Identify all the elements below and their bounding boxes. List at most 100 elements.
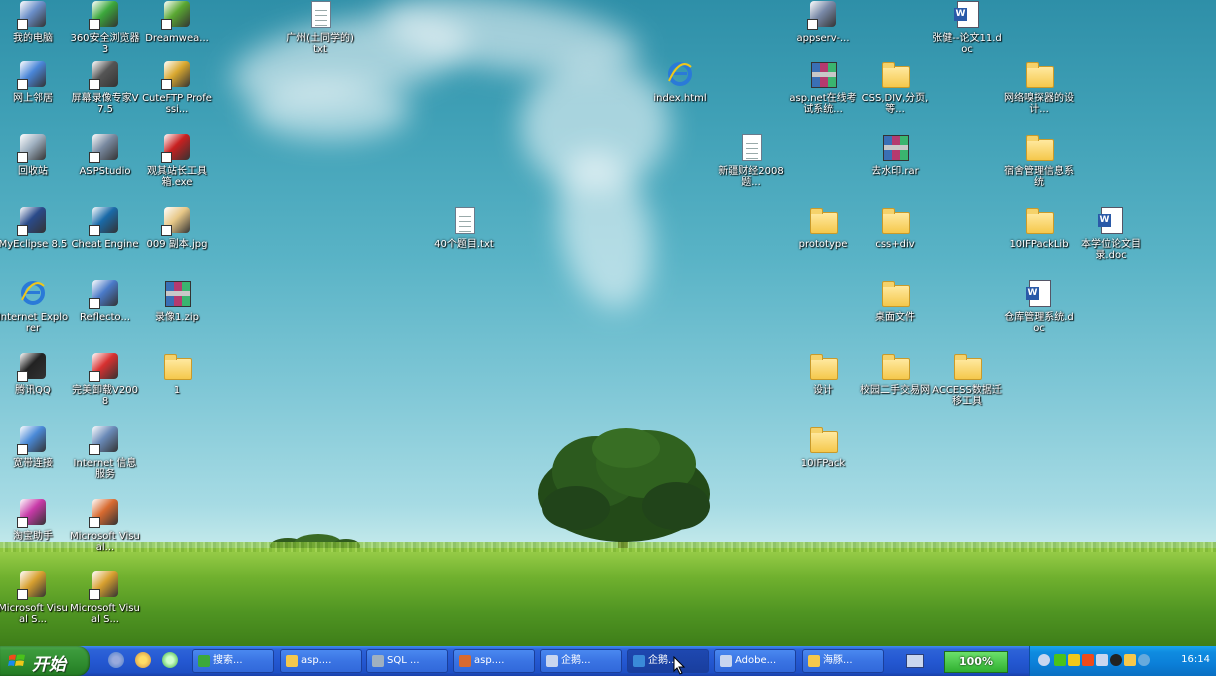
- desktop-icon[interactable]: CSS,DIV,分页,等...: [859, 58, 931, 115]
- desktop-icon[interactable]: 10IFPack: [787, 423, 859, 469]
- desktop-icon[interactable]: 新疆财经2008题...: [715, 131, 787, 188]
- desktop-icon[interactable]: 宽带连接: [0, 423, 69, 469]
- application-icon: [17, 204, 49, 236]
- desktop-icon[interactable]: 网上邻居: [0, 58, 69, 104]
- desktop-icon[interactable]: 腾讯QQ: [0, 350, 69, 396]
- desktop-icon[interactable]: 10IFPackLib: [1003, 204, 1075, 250]
- desktop-icon[interactable]: 我的电脑: [0, 0, 69, 44]
- desktop-icon[interactable]: ACCESS数据迁移工具: [931, 350, 1003, 407]
- taskbar-button[interactable]: asp....: [280, 649, 362, 673]
- desktop-icon[interactable]: 360安全浏览器 3: [69, 0, 141, 55]
- folder-icon: [951, 350, 983, 382]
- taskbar-button[interactable]: SQL ...: [366, 649, 448, 673]
- desktop-icon[interactable]: 屏幕录像专家V7.5: [69, 58, 141, 115]
- cloud-decoration: [250, 80, 410, 140]
- desktop-icon[interactable]: 观其站长工具箱.exe: [141, 131, 213, 188]
- desktop-icon[interactable]: 1: [141, 350, 213, 396]
- folder-icon: [161, 350, 193, 382]
- tray-network-icon[interactable]: [1138, 654, 1150, 666]
- desktop-icon-label: 录像1.zip: [155, 312, 199, 323]
- desktop-icon-label: 我的电脑: [13, 33, 53, 44]
- desktop-icon[interactable]: appserv-...: [787, 0, 859, 44]
- desktop-icon-label: ASPStudio: [79, 166, 131, 177]
- taskbar-button[interactable]: 企鹅...: [540, 649, 622, 673]
- application-icon: [17, 131, 49, 163]
- archive-icon: [879, 131, 911, 163]
- start-button[interactable]: 开始: [0, 646, 90, 676]
- taskbar-app-icon: [198, 655, 210, 667]
- application-icon: [89, 277, 121, 309]
- desktop-icon-label: 网络嗅探器的设计...: [1004, 93, 1074, 115]
- desktop-icon[interactable]: CuteFTP Professi...: [141, 58, 213, 115]
- desktop-icon[interactable]: Microsoft Visual S...: [0, 568, 69, 625]
- tray-app-icon[interactable]: [1068, 654, 1080, 666]
- desktop-icon-label: 张健--论文11.doc: [932, 33, 1002, 55]
- desktop-icon[interactable]: Internet 信息服务: [69, 423, 141, 480]
- application-icon: [89, 568, 121, 600]
- tray-app-icon[interactable]: [1096, 654, 1108, 666]
- taskbar-button[interactable]: asp....: [453, 649, 535, 673]
- text-file-icon: [735, 131, 767, 163]
- browser-icon[interactable]: [135, 652, 152, 668]
- desktop-icon[interactable]: Microsoft Visual...: [69, 496, 141, 553]
- desktop-icon[interactable]: 宿舍管理信息系统: [1003, 131, 1075, 188]
- desktop: 我的电脑 360安全浏览器 3 Dreamwea... 广州(土同学的) txt app…: [0, 0, 1216, 646]
- desktop-icon-label: 校园二手交易网: [860, 385, 930, 396]
- start-label: 开始: [32, 655, 66, 675]
- desktop-icon[interactable]: 009 副本.jpg: [141, 204, 213, 250]
- zoom-indicator[interactable]: 100%: [944, 651, 1008, 673]
- desktop-icon-label: 新疆财经2008题...: [718, 166, 784, 188]
- desktop-icon[interactable]: 张健--论文11.doc: [931, 0, 1003, 55]
- keyboard-icon[interactable]: [906, 654, 924, 668]
- desktop-icon[interactable]: 去水印.rar: [859, 131, 931, 177]
- desktop-icon[interactable]: Dreamwea...: [141, 0, 213, 44]
- desktop-icon[interactable]: prototype: [787, 204, 859, 250]
- desktop-icon[interactable]: Microsoft Visual S...: [69, 568, 141, 625]
- desktop-icon[interactable]: 淘宝助手: [0, 496, 69, 542]
- desktop-icon-label: css+div: [875, 239, 915, 250]
- taskbar-button[interactable]: 企鹅...: [627, 649, 709, 673]
- desktop-icon[interactable]: Internet Explorer: [0, 277, 69, 334]
- desktop-icon[interactable]: 录像1.zip: [141, 277, 213, 323]
- desktop-icon[interactable]: index.html: [644, 58, 716, 104]
- desktop-icon[interactable]: MyEclipse 8.5: [0, 204, 69, 250]
- desktop-icon-label: 1: [173, 385, 181, 396]
- desktop-icon[interactable]: 校园二手交易网: [859, 350, 931, 396]
- desktop-icon[interactable]: asp.net在线考试系统...: [787, 58, 859, 115]
- show-desktop-icon[interactable]: [108, 652, 124, 668]
- mouse-cursor-icon: [673, 656, 686, 675]
- desktop-icon[interactable]: 仓库管理系统.doc: [1003, 277, 1075, 334]
- taskbar-button[interactable]: Adobe...: [714, 649, 796, 673]
- desktop-icon[interactable]: ASPStudio: [69, 131, 141, 177]
- desktop-icon[interactable]: css+div: [859, 204, 931, 250]
- desktop-icon[interactable]: 40个题目.txt: [428, 204, 500, 250]
- quick-launch: [108, 652, 184, 670]
- tray-app-icon[interactable]: [1082, 654, 1094, 666]
- tray-qq-icon[interactable]: [1110, 654, 1122, 666]
- tray-app-icon[interactable]: [1054, 654, 1066, 666]
- application-icon: [89, 350, 121, 382]
- desktop-icon[interactable]: 桌面文件: [859, 277, 931, 323]
- application-icon: [807, 0, 839, 30]
- taskbar-button[interactable]: 海豚...: [802, 649, 884, 673]
- folder-icon: [879, 58, 911, 90]
- desktop-icon[interactable]: 完美卸载V2008: [69, 350, 141, 407]
- tray-arrow-icon[interactable]: [1038, 654, 1050, 666]
- desktop-icon-label: 宿舍管理信息系统: [1004, 166, 1074, 188]
- application-icon: [161, 131, 193, 163]
- 360-browser-icon[interactable]: [162, 652, 179, 668]
- taskbar-button[interactable]: 搜索...: [192, 649, 274, 673]
- tray-app-icon[interactable]: [1124, 654, 1136, 666]
- desktop-icon[interactable]: Reflecto...: [69, 277, 141, 323]
- desktop-icon[interactable]: 回收站: [0, 131, 69, 177]
- desktop-icon[interactable]: 本学位论文目录.doc: [1075, 204, 1147, 261]
- desktop-icon[interactable]: 设计: [787, 350, 859, 396]
- desktop-icon[interactable]: Cheat Engine: [69, 204, 141, 250]
- desktop-icon-label: CSS,DIV,分页,等...: [861, 93, 929, 115]
- tree-decoration: [538, 428, 710, 552]
- word-document-icon: [951, 0, 983, 30]
- taskbar-button-label: Adobe...: [735, 655, 777, 666]
- desktop-icon[interactable]: 网络嗅探器的设计...: [1003, 58, 1075, 115]
- clock[interactable]: 16:14: [1181, 654, 1210, 665]
- desktop-icon[interactable]: 广州(土同学的) txt: [284, 0, 356, 55]
